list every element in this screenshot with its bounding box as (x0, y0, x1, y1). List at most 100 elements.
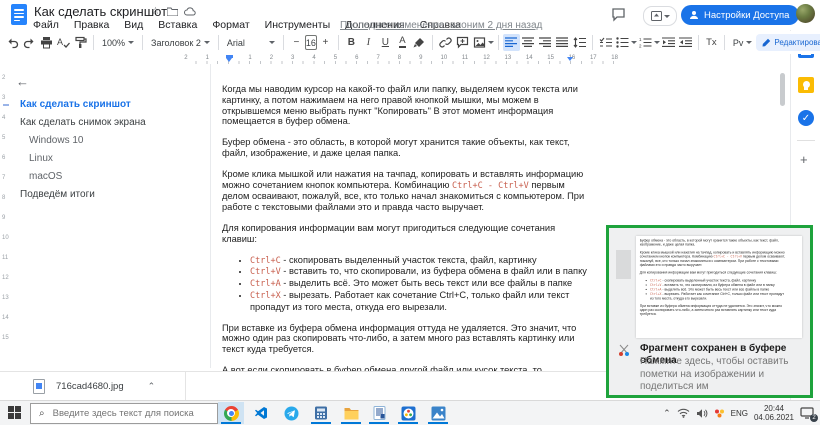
volume-icon[interactable] (696, 408, 708, 419)
share-settings-button[interactable]: Настройки Доступа (681, 5, 799, 25)
checklist-icon[interactable] (597, 34, 614, 51)
cloud-status-icon[interactable] (184, 7, 196, 16)
present-button[interactable] (643, 6, 677, 26)
downloaded-file-chip[interactable]: 716cad4680.jpg ⌃ (0, 372, 186, 400)
outline-item-3[interactable]: Windows 10 (0, 132, 210, 150)
add-comment-icon[interactable] (454, 34, 471, 51)
numbered-list-caret-icon[interactable] (654, 41, 660, 44)
horizontal-ruler: 21123456789101112131415161718 (0, 55, 790, 64)
numbered-list-icon[interactable]: 12 (637, 34, 654, 51)
file-explorer-icon[interactable] (338, 402, 364, 424)
menu-view[interactable]: Вид (124, 19, 143, 31)
text-color-icon[interactable]: A (394, 34, 411, 51)
italic-icon[interactable]: I (360, 34, 377, 51)
search-icon: ⌕ (39, 408, 45, 419)
bullet-list: Ctrl+C - скопировать выделенный участок … (222, 255, 590, 313)
editing-mode-button[interactable]: Редактирова... (756, 34, 820, 51)
snip-thumbnail-margin (616, 250, 631, 279)
outline-item-4[interactable]: Linux (0, 150, 210, 168)
align-justify-icon[interactable] (554, 34, 571, 51)
file-options-caret-icon[interactable]: ⌃ (148, 381, 156, 392)
insert-image-caret-icon[interactable] (488, 41, 494, 44)
tray-chevron-icon[interactable]: ⌃ (663, 408, 671, 419)
list-item: Ctrl+C - скопировать выделенный участок … (250, 255, 590, 267)
spellcheck-icon[interactable]: A (55, 34, 72, 51)
screenshot-thumbnail[interactable]: Буфер обмена - это область, в которой мо… (636, 236, 802, 338)
snip-notification[interactable]: Буфер обмена - это область, в которой мо… (606, 225, 813, 398)
comments-icon[interactable] (611, 7, 626, 22)
vscode-icon[interactable] (248, 402, 274, 424)
document-title[interactable]: Как сделать скриншот (34, 4, 167, 19)
bulleted-list-icon[interactable] (614, 34, 631, 51)
calculator-icon[interactable] (308, 402, 334, 424)
chrome-icon[interactable] (218, 402, 244, 424)
align-left-icon[interactable] (503, 34, 520, 51)
align-right-icon[interactable] (537, 34, 554, 51)
notification-count-badge: 2 (810, 414, 818, 422)
menu-tools[interactable]: Инструменты (265, 19, 330, 31)
color-app-icon[interactable] (395, 402, 421, 424)
outline-item-2[interactable]: Как сделать снимок экрана (0, 114, 210, 132)
tasks-icon[interactable]: ✓ (798, 110, 814, 126)
present-caret-icon (664, 15, 670, 18)
input-tools-button[interactable]: Pv (729, 38, 757, 48)
undo-icon[interactable] (4, 34, 21, 51)
photos-icon[interactable] (425, 402, 451, 424)
outline-item-1[interactable]: Как сделать скриншот (0, 96, 210, 114)
highlight-color-icon[interactable] (411, 34, 428, 51)
underline-icon[interactable]: U (377, 34, 394, 51)
menu-format[interactable]: Формат (212, 19, 249, 31)
decrease-indent-icon[interactable] (660, 34, 677, 51)
telegram-icon[interactable] (278, 402, 304, 424)
taskbar-clock[interactable]: 20:44 04.06.2021 (754, 404, 794, 422)
outline-item-6[interactable]: Подведём итоги (0, 186, 210, 204)
insert-image-icon[interactable] (471, 34, 488, 51)
bulleted-list-caret-icon[interactable] (631, 41, 637, 44)
action-center-icon[interactable]: 2 (800, 407, 814, 419)
document-body[interactable]: Когда мы наводим курсор на какой-то файл… (222, 84, 590, 397)
thumbnail-content: Буфер обмена - это область, в которой мо… (636, 236, 791, 323)
font-size-increase-icon[interactable]: + (317, 34, 334, 51)
writer-document-icon[interactable] (366, 402, 392, 424)
google-docs-icon[interactable] (11, 4, 27, 25)
last-edit-link[interactable]: Последнее изменение: аноним 2 дня назад (340, 20, 542, 31)
menu-file[interactable]: Файл (33, 19, 59, 31)
insert-link-icon[interactable] (437, 34, 454, 51)
bold-icon[interactable]: B (343, 34, 360, 51)
list-item: Ctrl+V - вставить то, что скопировали, и… (250, 266, 590, 278)
font-select[interactable]: Arial (223, 38, 279, 48)
panel-divider (797, 140, 815, 141)
paint-format-icon[interactable] (72, 34, 89, 51)
tray-app-icon[interactable] (714, 408, 725, 419)
start-button[interactable] (8, 406, 22, 420)
move-folder-icon[interactable] (167, 7, 178, 16)
redo-icon[interactable] (21, 34, 38, 51)
keep-icon[interactable] (798, 77, 814, 93)
line-spacing-icon[interactable] (571, 34, 588, 51)
increase-indent-icon[interactable] (677, 34, 694, 51)
outline-item-5[interactable]: macOS (0, 168, 210, 186)
menu-insert[interactable]: Вставка (158, 19, 197, 31)
font-size-input[interactable]: 16 (305, 35, 317, 50)
font-size-decrease-icon[interactable]: − (288, 34, 305, 51)
paragraph-style-select[interactable]: Заголовок 2 (147, 38, 214, 48)
align-center-icon[interactable] (520, 34, 537, 51)
search-input[interactable] (51, 407, 205, 420)
clear-formatting-icon[interactable]: Tx (703, 34, 720, 51)
zoom-select[interactable]: 100% (98, 38, 138, 48)
right-indent-marker[interactable] (567, 57, 573, 61)
menu-edit[interactable]: Правка (74, 19, 109, 31)
notification-body[interactable]: Нажмите здесь, чтобы оставить пометки на… (640, 356, 808, 394)
account-avatar[interactable] (796, 4, 815, 23)
language-indicator[interactable]: ENG (731, 409, 748, 418)
paragraph: При вставке из буфера обмена информация … (222, 323, 590, 355)
close-outline-icon[interactable]: ← (16, 74, 29, 89)
add-addon-icon[interactable]: + (800, 152, 808, 167)
star-icon[interactable]: ☆ (151, 6, 160, 17)
wifi-icon[interactable] (677, 408, 690, 418)
document-scrollbar[interactable] (780, 73, 785, 106)
left-indent-marker[interactable] (226, 55, 233, 62)
print-icon[interactable] (38, 34, 55, 51)
list-item: Ctrl+X - вырезать. Работает как сочетани… (250, 290, 590, 313)
taskbar-search[interactable]: ⌕ (30, 403, 218, 424)
